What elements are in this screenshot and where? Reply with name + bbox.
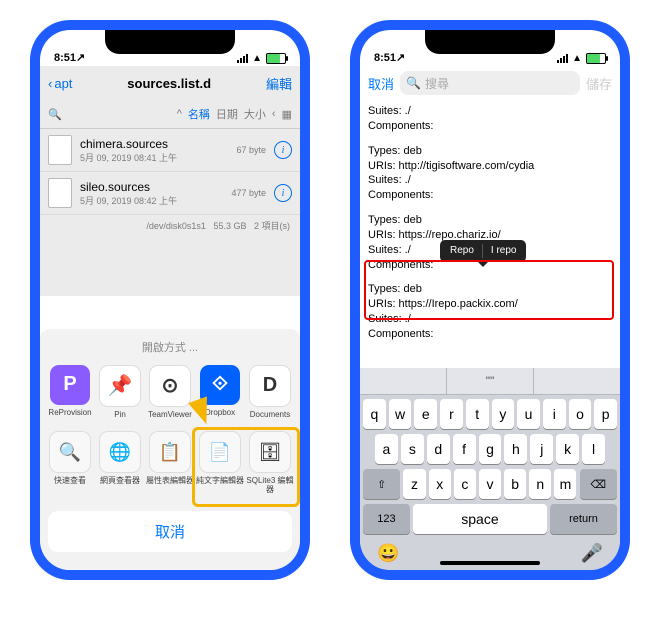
key-j[interactable]: j — [530, 434, 553, 464]
text-editor[interactable]: Suites: ./ Components: Types: deb URIs: … — [360, 100, 620, 328]
file-icon — [48, 178, 72, 208]
share-action-item[interactable]: 🔍快速查看 — [46, 431, 94, 495]
share-action-item[interactable]: 📋屬性表編輯器 — [146, 431, 194, 495]
return-key[interactable]: return — [550, 504, 617, 534]
cancel-button[interactable]: 取消 — [368, 74, 394, 93]
key-f[interactable]: f — [453, 434, 476, 464]
key-x[interactable]: x — [429, 469, 451, 499]
save-button[interactable]: 儲存 — [586, 74, 612, 93]
share-app-item[interactable]: 📌Pin — [96, 365, 144, 420]
key-r[interactable]: r — [440, 399, 463, 429]
emoji-key[interactable]: 😀 — [377, 543, 399, 564]
key-i[interactable]: i — [543, 399, 566, 429]
battery-icon — [586, 53, 606, 64]
sheet-title: 開啟方式 ... — [40, 329, 300, 365]
search-icon: 🔍 — [406, 76, 421, 90]
shift-key[interactable]: ⇧ — [363, 469, 400, 499]
keyboard: "" qwertyuiop asdfghjkl ⇧ zxcvbnm ⌫ 123 … — [360, 368, 620, 570]
signal-icon — [237, 54, 248, 63]
space-key[interactable]: space — [413, 504, 547, 534]
key-c[interactable]: c — [454, 469, 476, 499]
share-app-item[interactable]: PReProvision — [46, 365, 94, 420]
share-action-item[interactable]: 📄純文字編輯器 — [196, 431, 244, 495]
suggestion-bar[interactable]: "" — [360, 368, 620, 395]
key-w[interactable]: w — [389, 399, 412, 429]
signal-icon — [557, 54, 568, 63]
battery-icon — [266, 53, 286, 64]
key-u[interactable]: u — [517, 399, 540, 429]
key-p[interactable]: p — [594, 399, 617, 429]
autocomplete-tooltip[interactable]: Repo I repo — [440, 240, 526, 262]
share-action-item[interactable]: 🗄SQLite3 編輯器 — [246, 431, 294, 495]
key-o[interactable]: o — [569, 399, 592, 429]
key-z[interactable]: z — [403, 469, 425, 499]
key-s[interactable]: s — [401, 434, 424, 464]
key-a[interactable]: a — [375, 434, 398, 464]
key-t[interactable]: t — [466, 399, 489, 429]
clock: 8:51 — [54, 52, 76, 64]
share-app-item[interactable]: ⊙TeamViewer — [146, 365, 194, 420]
key-k[interactable]: k — [556, 434, 579, 464]
phone-left: 8:51↗ ▲ ‹ apt sources.list.d 編輯 🔍 ^ 名稱 日… — [30, 20, 310, 580]
share-sheet: 開啟方式 ... PReProvision📌Pin⊙TeamViewer⟐Dro… — [40, 329, 300, 570]
phone-right: 8:51↗ ▲ 取消 🔍 搜尋 儲存 Suites: ./ Components… — [350, 20, 630, 580]
search-field[interactable]: 🔍 搜尋 — [400, 71, 580, 95]
key-l[interactable]: l — [582, 434, 605, 464]
key-v[interactable]: v — [479, 469, 501, 499]
key-e[interactable]: e — [414, 399, 437, 429]
key-b[interactable]: b — [504, 469, 526, 499]
nav-bar: 取消 🔍 搜尋 儲存 — [360, 66, 620, 100]
key-m[interactable]: m — [554, 469, 576, 499]
key-n[interactable]: n — [529, 469, 551, 499]
share-action-item[interactable]: 🌐網頁查看器 — [96, 431, 144, 495]
cancel-button[interactable]: 取消 — [48, 511, 292, 552]
wifi-icon: ▲ — [572, 53, 582, 64]
delete-key[interactable]: ⌫ — [580, 469, 617, 499]
notch — [105, 30, 235, 54]
key-d[interactable]: d — [427, 434, 450, 464]
notch — [425, 30, 555, 54]
key-y[interactable]: y — [492, 399, 515, 429]
clock: 8:51 — [374, 52, 396, 64]
home-indicator[interactable] — [440, 561, 540, 565]
key-q[interactable]: q — [363, 399, 386, 429]
share-app-item[interactable]: DDocuments — [246, 365, 294, 420]
key-g[interactable]: g — [479, 434, 502, 464]
numbers-key[interactable]: 123 — [363, 504, 410, 534]
mic-key[interactable]: 🎤 — [581, 543, 603, 564]
key-h[interactable]: h — [504, 434, 527, 464]
highlight-box — [364, 260, 614, 320]
wifi-icon: ▲ — [252, 53, 262, 64]
file-icon — [48, 135, 72, 165]
